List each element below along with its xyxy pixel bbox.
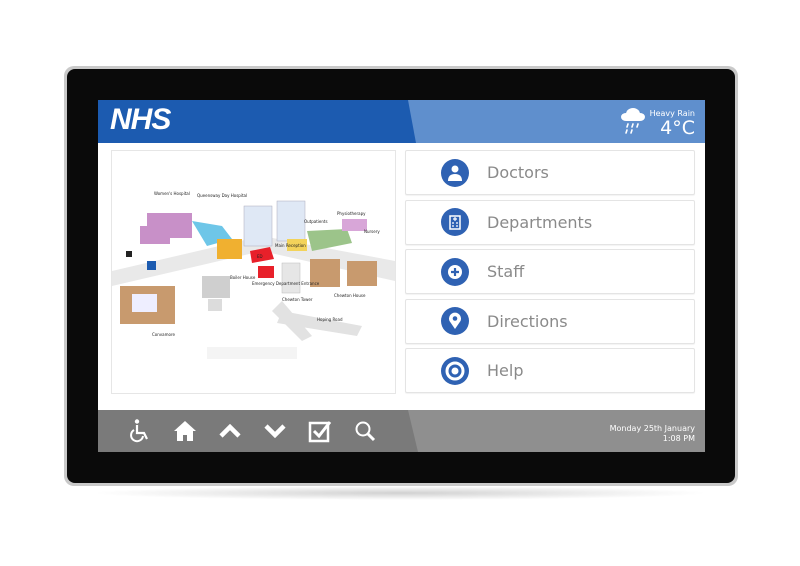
wheelchair-icon[interactable] bbox=[128, 419, 152, 443]
map-legend bbox=[207, 347, 297, 359]
date-text: Monday 25th January bbox=[609, 424, 695, 433]
map-label: Outpatients bbox=[304, 219, 328, 224]
map-label: Convamore bbox=[152, 332, 175, 337]
doctors-button[interactable]: Doctors bbox=[405, 150, 695, 195]
kiosk-screen: NHS Heavy Rain 4°C Women's Hospital Quee… bbox=[98, 100, 705, 452]
device-shadow bbox=[90, 486, 710, 500]
map-label: Physiotherapy bbox=[337, 211, 366, 216]
medical-cross-icon bbox=[441, 257, 469, 286]
header: NHS Heavy Rain 4°C bbox=[98, 100, 705, 143]
map-label: Chewton Tower bbox=[282, 297, 313, 302]
map-label: Boiler House bbox=[230, 275, 256, 280]
map-label: Hoping Road bbox=[317, 317, 343, 322]
checkbox-icon[interactable] bbox=[308, 419, 332, 443]
staff-button[interactable]: Staff bbox=[405, 249, 695, 294]
menu-label: Departments bbox=[487, 212, 593, 232]
menu-label: Help bbox=[487, 361, 524, 380]
map-label: Queensway Day Hospital bbox=[197, 193, 247, 198]
departments-button[interactable]: Departments bbox=[405, 199, 695, 245]
weather-widget: Heavy Rain 4°C bbox=[620, 105, 695, 138]
map-pin-icon bbox=[441, 307, 469, 335]
date-time: Monday 25th January 1:08 PM bbox=[610, 424, 695, 444]
menu-label: Staff bbox=[487, 262, 525, 281]
home-icon[interactable] bbox=[173, 419, 197, 443]
map-label: Women's Hospital bbox=[154, 191, 190, 196]
chevron-up-icon[interactable] bbox=[218, 419, 242, 443]
hospital-map[interactable]: Women's Hospital Queensway Day Hospital … bbox=[111, 150, 396, 394]
doctor-icon bbox=[441, 158, 469, 187]
directions-button[interactable]: Directions bbox=[405, 298, 695, 344]
time-text: 1:08 PM bbox=[662, 434, 695, 443]
map-label: Nursery bbox=[364, 229, 380, 234]
map-label: Chewton House bbox=[334, 293, 366, 298]
nhs-logo: NHS bbox=[110, 103, 171, 136]
chevron-down-icon[interactable] bbox=[263, 419, 287, 443]
map-label: ED bbox=[257, 254, 263, 259]
main-menu: Doctors Departments Staff Directions Hel… bbox=[405, 150, 695, 398]
menu-label: Directions bbox=[487, 311, 568, 331]
cloud-rain-icon bbox=[620, 108, 645, 134]
footer-bar: Monday 25th January 1:08 PM bbox=[98, 410, 705, 452]
help-button[interactable]: Help bbox=[405, 348, 695, 393]
weather-temperature: 4°C bbox=[660, 117, 695, 139]
map-label: Main Reception bbox=[275, 243, 306, 248]
search-icon[interactable] bbox=[353, 419, 377, 443]
map-label: Emergency Department Entrance bbox=[252, 281, 320, 286]
hospital-building-icon bbox=[441, 208, 469, 236]
lifebuoy-icon bbox=[441, 356, 469, 385]
menu-label: Doctors bbox=[487, 163, 549, 182]
